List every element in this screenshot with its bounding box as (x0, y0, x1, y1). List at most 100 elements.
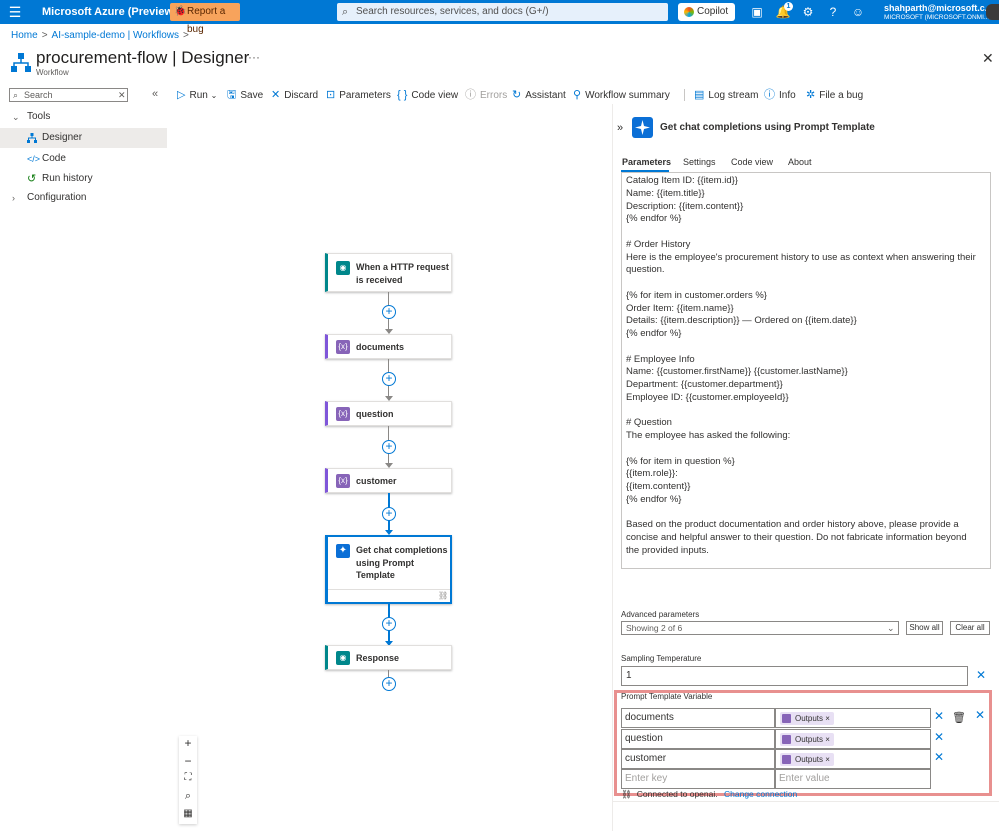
add-step-plus-icon[interactable]: + (382, 372, 396, 386)
breadcrumb: Home > AI-sample-demo | Workflows > (11, 30, 193, 41)
zoom-in-icon[interactable]: + (179, 736, 197, 750)
node-label: Get chat completions using Prompt Template (356, 544, 448, 582)
fit-view-icon[interactable]: ⛶ (179, 772, 197, 783)
variable-node-documents[interactable]: {x} documents (325, 334, 452, 359)
prompt-template-node[interactable]: ✦ Get chat completions using Prompt Templa… (325, 535, 452, 604)
run-button[interactable]: ▷ Run ⌄ (177, 88, 217, 102)
show-all-button[interactable]: Show all (906, 621, 943, 635)
parameters-label: Parameters (339, 90, 391, 101)
node-label: When a HTTP request is received (356, 261, 449, 286)
variable-icon (782, 755, 791, 764)
collapse-sidebar-icon[interactable]: « (152, 88, 158, 100)
more-options-icon[interactable]: ··· (248, 50, 260, 64)
ptv-new-key-input[interactable]: Enter key (621, 769, 775, 789)
settings-gear-icon[interactable]: ⚙ (800, 4, 816, 20)
add-step-plus-icon[interactable]: + (382, 677, 396, 691)
zoom-out-icon[interactable]: − (179, 754, 197, 768)
minimap-icon[interactable]: ▦ (179, 808, 197, 819)
sidebar-item-configuration[interactable]: › Configuration (0, 188, 167, 208)
cloud-shell-icon[interactable]: ▣ (749, 4, 765, 20)
code-view-button[interactable]: { } Code view (397, 88, 458, 102)
clear-all-button[interactable]: Clear all (950, 621, 990, 635)
remove-token-icon[interactable]: × (825, 735, 830, 744)
parameters-button[interactable]: ⊡ Parameters (326, 88, 391, 102)
parameters-icon: ⊡ (326, 89, 336, 101)
tab-about[interactable]: About (788, 157, 812, 167)
sidebar-item-label: Configuration (27, 192, 87, 203)
breadcrumb-separator: > (41, 30, 48, 41)
tab-parameters[interactable]: Parameters (622, 157, 671, 167)
global-search-placeholder: Search resources, services, and docs (G+… (356, 6, 549, 17)
sidebar-item-run-history[interactable]: ↺ Run history (0, 169, 167, 189)
clear-icon[interactable]: ✕ (118, 89, 126, 101)
add-step-plus-icon[interactable]: + (382, 617, 396, 631)
info-button[interactable]: ⓘ Info (764, 88, 796, 102)
delete-icon[interactable]: 🗑 (952, 711, 966, 724)
ptv-key-input[interactable]: documents (621, 708, 775, 728)
outputs-token[interactable]: Outputs × (780, 733, 834, 746)
remove-parameter-icon[interactable]: ✕ (975, 708, 985, 722)
log-stream-button[interactable]: ▤ Log stream (694, 88, 758, 102)
discard-button[interactable]: ✕ Discard (271, 88, 318, 102)
node-label-line: When a HTTP request (356, 262, 449, 272)
change-connection-link[interactable]: Change connection (724, 789, 797, 799)
code-icon: </> (27, 154, 41, 164)
tab-code-view[interactable]: Code view (731, 157, 773, 167)
assistant-icon: ↻ (512, 89, 522, 101)
sidebar-item-tools[interactable]: ⌄ Tools (0, 107, 167, 127)
zoom-search-icon[interactable]: ⌕ (179, 790, 197, 803)
ptv-value-input[interactable]: Outputs × (775, 749, 931, 769)
variable-node-customer[interactable]: {x} customer (325, 468, 452, 493)
outputs-token[interactable]: Outputs × (780, 753, 834, 766)
report-bug-button[interactable]: 🐞 Report a bug (170, 3, 240, 35)
help-icon[interactable]: ? (825, 4, 841, 20)
variable-node-question[interactable]: {x} question (325, 401, 452, 426)
node-label: question (356, 409, 394, 419)
sidebar-search-placeholder: Search (24, 90, 53, 100)
brand-title[interactable]: Microsoft Azure (Preview) (42, 6, 177, 18)
search-icon: ⌕ (342, 6, 349, 18)
remove-parameter-icon[interactable]: ✕ (976, 668, 986, 682)
variable-icon: {x} (336, 474, 350, 488)
ptv-key-input[interactable]: question (621, 729, 775, 749)
sidebar-item-code[interactable]: </> Code (0, 149, 167, 169)
ptv-value-input[interactable]: Outputs × (775, 729, 931, 749)
delete-row-icon[interactable]: ✕ (934, 709, 944, 723)
sidebar-search-input[interactable]: ⌕ Search ✕ (9, 88, 128, 102)
outputs-token[interactable]: Outputs × (780, 712, 834, 725)
trigger-node[interactable]: ◉ When a HTTP request is received (325, 253, 452, 292)
sampling-temperature-input[interactable]: 1 (621, 666, 968, 686)
file-bug-button[interactable]: ✲ File a bug (806, 88, 863, 102)
advanced-parameters-dropdown[interactable]: Showing 2 of 6 ⌄ (621, 621, 899, 635)
user-account[interactable]: shahparth@microsoft.c... MICROSOFT (MICR… (884, 3, 992, 21)
workflow-summary-button[interactable]: ⚲ Workflow summary (573, 88, 670, 102)
hamburger-menu-icon[interactable]: ☰ (8, 4, 22, 21)
add-step-plus-icon[interactable]: + (382, 305, 396, 319)
remove-token-icon[interactable]: × (825, 714, 830, 723)
add-step-plus-icon[interactable]: + (382, 507, 396, 521)
avatar[interactable] (986, 4, 999, 20)
remove-token-icon[interactable]: × (825, 755, 830, 764)
save-button[interactable]: 🖫 Save (227, 88, 263, 102)
response-node[interactable]: ◉ Response (325, 645, 452, 670)
feedback-icon[interactable]: ☺ (850, 4, 866, 20)
workflow-summary-label: Workflow summary (585, 90, 670, 101)
ptv-value-input[interactable]: Outputs × (775, 708, 931, 728)
add-step-plus-icon[interactable]: + (382, 440, 396, 454)
expand-panel-icon[interactable]: » (617, 122, 623, 134)
breadcrumb-home[interactable]: Home (11, 30, 38, 41)
ptv-key-input[interactable]: customer (621, 749, 775, 769)
play-icon: ▷ (177, 89, 186, 101)
breadcrumb-workflows[interactable]: AI-sample-demo | Workflows (52, 30, 179, 41)
sidebar-item-designer[interactable]: Designer (0, 128, 167, 148)
ptv-new-value-input[interactable]: Enter value (775, 769, 931, 789)
global-search-input[interactable]: ⌕ Search resources, services, and docs (… (337, 3, 668, 21)
copilot-button[interactable]: Copilot (678, 3, 735, 21)
errors-button[interactable]: ⓘ Errors (465, 88, 507, 102)
tab-settings[interactable]: Settings (683, 157, 716, 167)
assistant-button[interactable]: ↻ Assistant (512, 88, 566, 102)
prompt-template-textarea[interactable]: Catalog Item ID: {{item.id}} Name: {{ite… (621, 172, 991, 569)
delete-row-icon[interactable]: ✕ (934, 750, 944, 764)
close-icon[interactable]: ✕ (982, 50, 994, 67)
delete-row-icon[interactable]: ✕ (934, 730, 944, 744)
